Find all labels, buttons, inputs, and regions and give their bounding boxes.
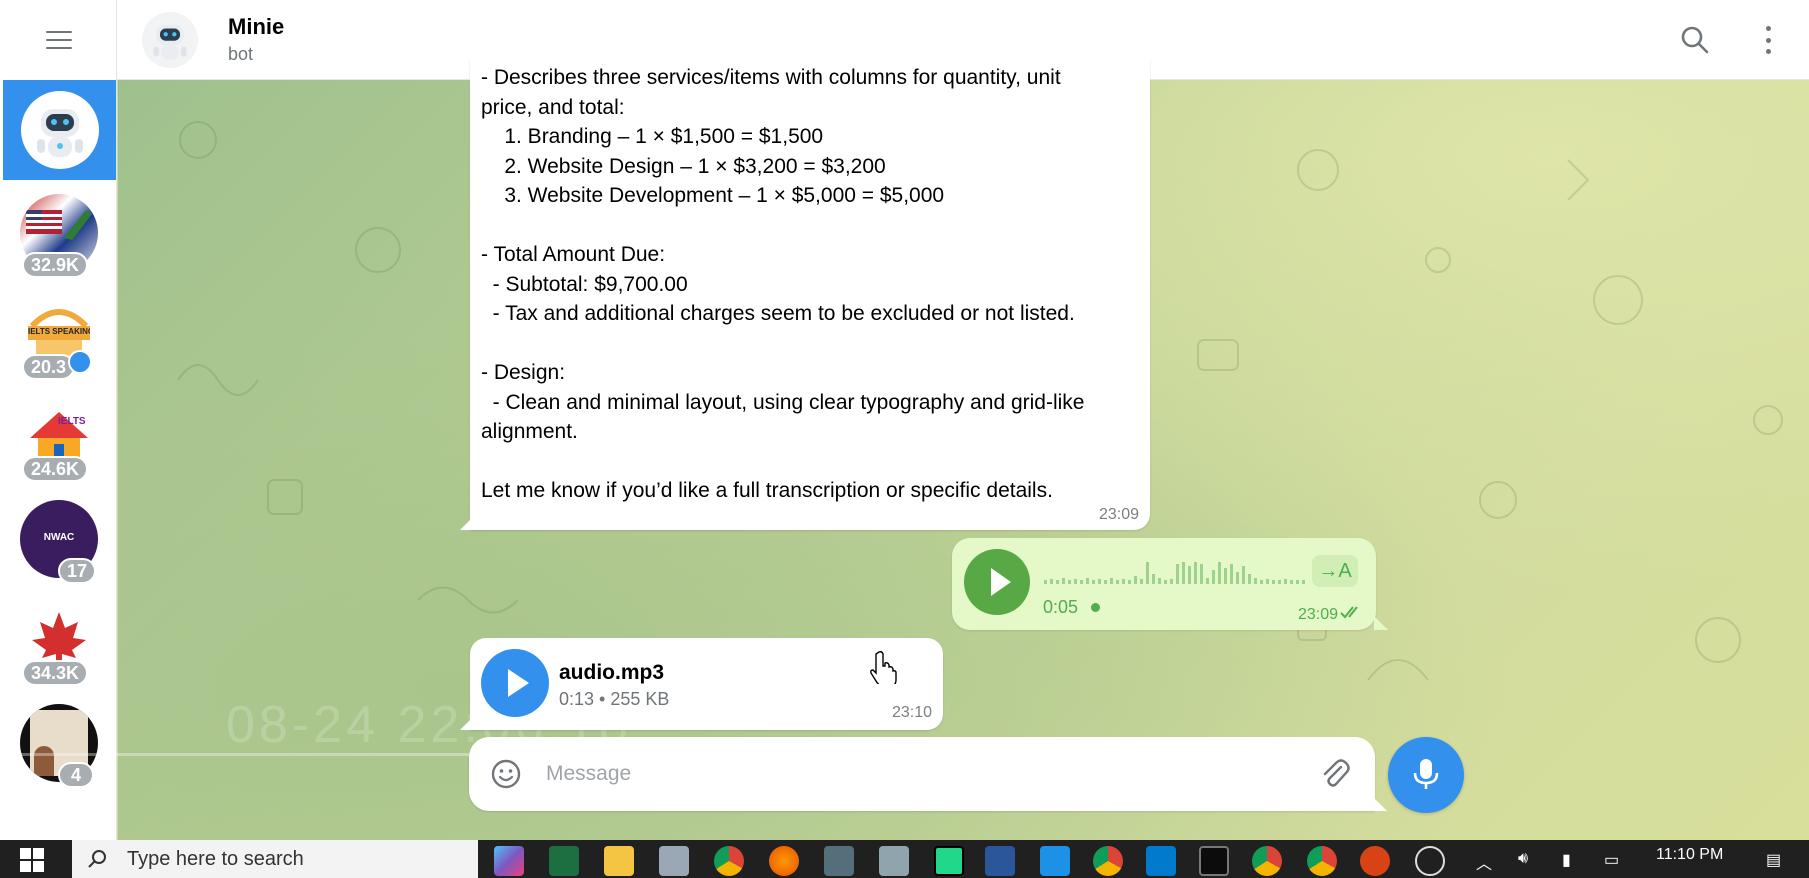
message-line: - Design: [481,361,566,384]
app-icon[interactable] [1360,846,1390,876]
chat-item[interactable]: 4 [20,704,98,788]
voice-duration: 0:05 [1043,597,1079,617]
docker-icon[interactable] [1040,846,1070,876]
chat-title: Minie [228,14,285,39]
chrome-icon[interactable] [714,846,744,876]
outgoing-voice-message[interactable]: 0:05 →A 23:09 [952,538,1376,630]
windows-start-icon[interactable] [20,848,44,872]
chrome-icon[interactable] [1093,846,1123,876]
calculator-icon[interactable] [824,846,854,876]
clock-time: 11:10 PM [1656,846,1724,863]
mute-status-icon [68,350,92,374]
more-options-button[interactable] [1763,26,1773,54]
chat-item[interactable]: NWAC 17 [20,500,98,584]
double-check-icon [1340,606,1358,619]
message-line [481,211,1084,241]
message-line: price, and total: [481,95,625,119]
search-icon [1681,26,1709,54]
chrome-icon[interactable] [1252,846,1282,876]
microphone-icon [1413,759,1439,789]
taskbar-search-placeholder: Type here to search [127,848,304,870]
tray-chevron-icon[interactable]: ︿ [1476,850,1492,874]
search-icon [88,850,106,868]
notifications-icon[interactable]: ▤ [1766,850,1781,870]
message-composer [469,737,1375,811]
microphone-tray-icon[interactable]: ▮ [1562,850,1571,870]
firefox-icon[interactable] [769,846,799,876]
windows-taskbar: Type here to search ︿ 🔊︎ ▮ ▭ 11:10 PM ▤ [0,840,1809,878]
robot-avatar-icon [36,109,83,157]
more-vertical-icon [1765,26,1771,31]
chat-item[interactable]: 32.9K [20,194,98,278]
message-line: - Tax and additional charges seem to be … [481,302,1075,325]
message-line: 3. Website Development – 1 × $5,000 = $5… [481,184,945,207]
message-time: 23:09 [1098,506,1139,523]
search-button[interactable] [1679,24,1711,56]
taskbar-clock[interactable]: 11:10 PM [1656,846,1723,864]
pycharm-icon[interactable] [934,846,964,876]
unread-badge: 32.9K [22,252,89,278]
message-time: 23:10 [891,704,932,721]
chat-logo-text: IELTS [58,416,86,427]
chat-item[interactable]: IELTS 24.6K [20,398,98,482]
chat-logo-text: NWAC [43,532,75,543]
voice-record-button[interactable] [1388,737,1464,813]
audio-meta: 0:13 • 255 KB [559,689,670,709]
message-line: alignment. [481,420,578,443]
message-line [481,447,1084,477]
word-icon[interactable] [985,846,1015,876]
avatar [20,91,99,169]
chat-subtitle: bot [228,44,254,64]
hand-cursor-icon [870,651,897,684]
app-icon[interactable] [879,846,909,876]
unread-badge: 34.3K [22,660,89,686]
message-line: 1. Branding – 1 × $1,500 = $1,500 [481,125,824,148]
play-voice-button[interactable] [964,549,1030,615]
menu-button[interactable] [0,0,117,80]
message-line: - Total Amount Due: [481,243,666,266]
audio-filename: audio.mp3 [559,661,665,684]
app-icon[interactable] [659,846,689,876]
attach-icon[interactable] [1319,757,1351,791]
hamburger-icon [45,31,72,49]
chat-item[interactable]: 34.3K [20,602,98,686]
transcribe-button[interactable]: →A [1312,555,1358,587]
message-line: - Describes three services/items with co… [481,66,1061,89]
emoji-icon[interactable] [490,758,522,790]
voice-waveform [1044,562,1305,584]
message-line: Let me know if you’d like a full transcr… [481,479,1053,502]
message-line: - Subtotal: $9,700.00 [481,272,688,296]
robot-avatar-icon [153,24,187,60]
excel-icon[interactable] [549,846,579,876]
chrome-icon[interactable] [1307,846,1337,876]
message-text: - Describes three services/items with co… [481,63,1084,506]
obs-icon[interactable] [1415,846,1445,876]
terminal-icon[interactable] [1199,846,1229,876]
taskbar-search[interactable]: Type here to search [72,840,478,878]
unread-badge: 24.6K [22,456,89,482]
network-icon[interactable]: ▭ [1604,850,1619,870]
message-line: 2. Website Design – 1 × $3,200 = $3,200 [481,154,886,178]
file-explorer-icon[interactable] [604,846,634,876]
incoming-text-message[interactable]: - Describes three services/items with co… [470,60,1150,530]
unread-badge: 20.3 [22,354,76,380]
chat-item[interactable]: IELTS SPEAKING 20.3 [20,296,98,380]
chat-logo-text: IELTS SPEAKING [28,327,90,336]
copilot-icon[interactable] [494,846,524,876]
avatar[interactable] [142,12,198,68]
vscode-icon[interactable] [1146,846,1176,876]
message-time: 23:09 [1297,606,1338,623]
message-input[interactable] [546,755,1246,793]
chat-list-sidebar: 32.9K IELTS SPEAKING 20.3 IELTS 24.6K NW… [0,0,117,840]
unread-badge: 4 [58,762,94,788]
message-line [481,329,1084,359]
play-audio-button[interactable] [481,649,549,717]
volume-icon[interactable]: 🔊︎ [1518,850,1528,868]
unread-badge: 17 [58,558,97,584]
message-line: - Clean and minimal layout, using clear … [481,390,1085,414]
chat-item-minie[interactable] [3,80,116,180]
unplayed-dot [1091,603,1100,612]
